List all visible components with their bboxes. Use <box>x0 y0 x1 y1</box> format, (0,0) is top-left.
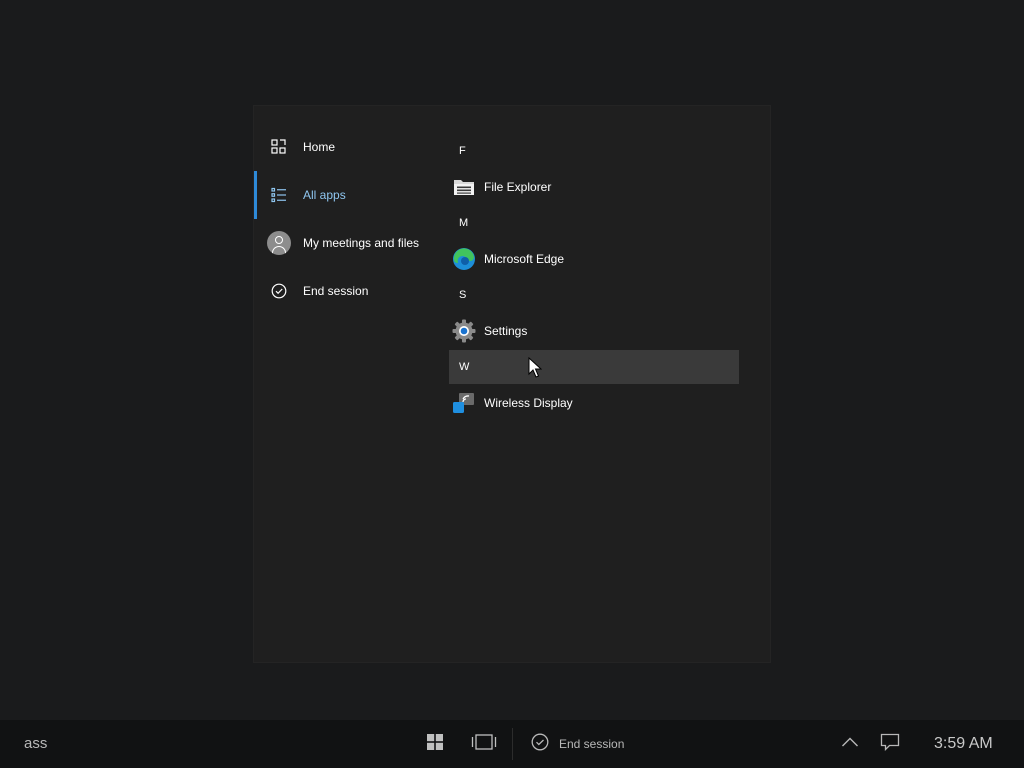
nav-item-label: All apps <box>303 188 346 202</box>
nav-item-label: My meetings and files <box>303 236 420 250</box>
clock[interactable]: 3:59 AM <box>934 735 993 753</box>
file-explorer-icon <box>451 174 477 200</box>
app-item-microsoft-edge[interactable]: Microsoft Edge <box>449 240 739 278</box>
notifications-button[interactable] <box>879 732 901 756</box>
nav-item-all-apps[interactable]: All apps <box>254 171 444 219</box>
start-menu: Home All apps My meetings and files End … <box>253 105 771 663</box>
letter-header-s[interactable]: S <box>449 278 739 312</box>
app-item-settings[interactable]: Settings <box>449 312 739 350</box>
chevron-up-icon <box>841 735 859 753</box>
show-hidden-icons-button[interactable] <box>839 732 861 756</box>
nav-item-label: Home <box>303 140 336 154</box>
settings-gear-icon <box>451 318 477 344</box>
taskbar-end-session-button[interactable]: End session <box>531 732 651 756</box>
task-view-button[interactable] <box>470 732 498 756</box>
app-item-label: Wireless Display <box>484 396 573 410</box>
end-session-label: End session <box>559 737 625 751</box>
app-item-label: Microsoft Edge <box>484 252 565 266</box>
taskbar-divider <box>512 728 513 760</box>
list-icon <box>267 183 291 207</box>
edge-icon <box>451 246 477 272</box>
app-item-label: Settings <box>484 324 528 338</box>
wireless-display-icon <box>451 390 477 416</box>
nav-item-end-session[interactable]: End session <box>254 267 444 315</box>
checkmark-circle-icon <box>267 279 291 303</box>
nav-item-home[interactable]: Home <box>254 123 444 171</box>
nav-item-my-meetings[interactable]: My meetings and files <box>254 219 444 267</box>
notification-speech-bubble-icon <box>880 733 900 756</box>
letter-header-w[interactable]: W <box>449 350 739 384</box>
avatar <box>267 231 291 255</box>
all-apps-list: F File Explorer M Microsoft Edge S Setti… <box>449 134 739 422</box>
checkmark-circle-icon <box>531 733 549 756</box>
windows-logo-icon <box>427 733 443 755</box>
nav-item-label: End session <box>303 284 369 298</box>
letter-header-m[interactable]: M <box>449 206 739 240</box>
app-item-file-explorer[interactable]: File Explorer <box>449 168 739 206</box>
task-view-icon <box>471 733 497 756</box>
app-item-wireless-display[interactable]: Wireless Display <box>449 384 739 422</box>
app-item-label: File Explorer <box>484 180 552 194</box>
taskbar-search-text[interactable]: ass <box>24 735 47 752</box>
avatar-icon <box>267 231 291 255</box>
mouse-pointer-icon <box>528 357 542 378</box>
home-grid-icon <box>267 135 291 159</box>
start-button[interactable] <box>424 732 446 756</box>
desktop-background: Home All apps My meetings and files End … <box>0 0 1024 720</box>
letter-header-f[interactable]: F <box>449 134 739 168</box>
taskbar: ass End session 3:59 AM <box>0 720 1024 768</box>
